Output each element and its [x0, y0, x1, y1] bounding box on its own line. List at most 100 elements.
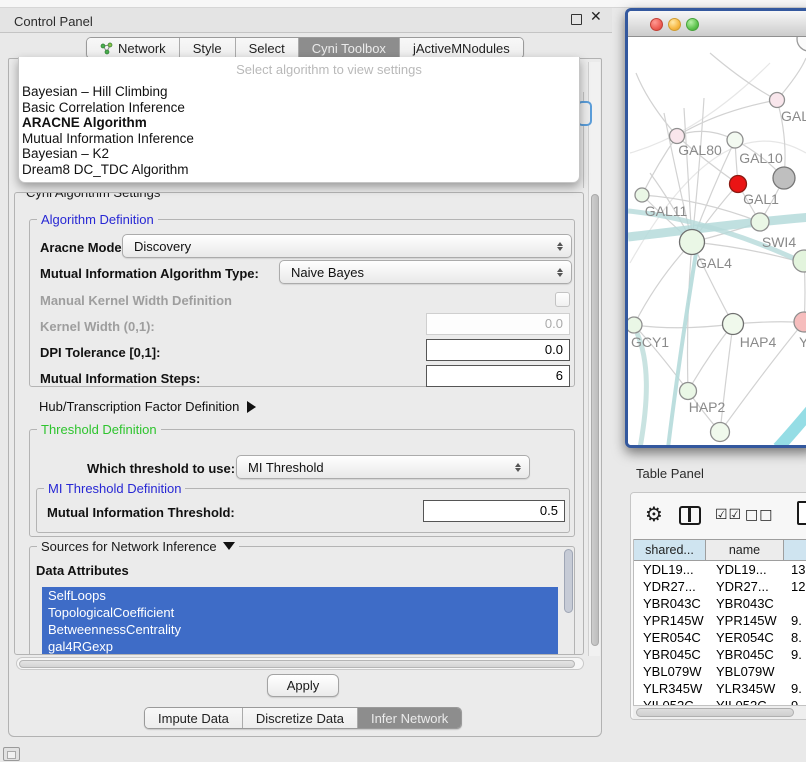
bottom-tab-impute-data[interactable]: Impute Data: [145, 708, 242, 728]
table-body: YDL19...YDL19...13YDR27...YDR27...12YBR0…: [634, 561, 806, 705]
algorithm-option[interactable]: Bayesian – K2: [19, 146, 579, 162]
table-row[interactable]: YBL079WYBL079W: [634, 663, 806, 680]
algorithm-dropdown-popup: Select algorithm to view settings Bayesi…: [18, 57, 580, 183]
table-row[interactable]: YBR043CYBR043C: [634, 595, 806, 612]
vertical-scrollbar[interactable]: [588, 62, 600, 656]
close-icon[interactable]: ✕: [590, 9, 602, 25]
which-threshold-combobox[interactable]: MI Threshold: [236, 455, 530, 479]
network-window-titlebar[interactable]: [628, 11, 806, 37]
table-row[interactable]: YDL19...YDL19...13: [634, 561, 806, 578]
tab-network[interactable]: Network: [87, 38, 179, 58]
dpi-tolerance-label: DPI Tolerance [0,1]:: [40, 345, 160, 360]
top-strip: [0, 0, 806, 8]
node-gray-node[interactable]: [773, 167, 795, 189]
mi-steps-field[interactable]: 6: [426, 365, 570, 387]
minimize-traffic-light[interactable]: [668, 18, 681, 31]
kernel-width-field[interactable]: 0.0: [426, 313, 570, 335]
algorithm-option[interactable]: ARACNE Algorithm: [19, 115, 579, 131]
tab-label: Discretize Data: [256, 711, 344, 726]
threshold-definition-group: Threshold Definition Which threshold to …: [29, 429, 575, 537]
node-gal10[interactable]: [727, 132, 743, 148]
node-gal1-red[interactable]: [730, 176, 747, 193]
hub-definition-label: Hub/Transcription Factor Definition: [39, 399, 239, 414]
algorithm-option[interactable]: Dream8 DC_TDC Algorithm: [19, 162, 579, 178]
threshold-definition-title: Threshold Definition: [37, 422, 161, 437]
node-gal1-green[interactable]: [751, 213, 769, 231]
attribute-item[interactable]: BetweennessCentrality: [42, 621, 558, 638]
node-gal4[interactable]: [680, 230, 705, 255]
table-horizontal-scrollbar[interactable]: [633, 705, 806, 719]
mi-algorithm-type-combobox[interactable]: Naive Bayes: [279, 260, 572, 284]
column-header[interactable]: shared...: [634, 540, 706, 560]
control-panel-tabs: NetworkStyle Select Cyni ToolboxjActiveMNo…: [86, 37, 524, 59]
select-all-checkboxes-icon[interactable]: ☑☑: [715, 507, 742, 523]
node-hap2[interactable]: [680, 383, 697, 400]
table-cell: YBR043C: [634, 595, 706, 612]
aracne-mode-combobox[interactable]: Discovery: [122, 234, 572, 258]
tab-select[interactable]: Select: [235, 38, 298, 58]
vertical-scrollbar-thumb[interactable]: [591, 194, 599, 646]
close-traffic-light[interactable]: [650, 18, 663, 31]
node-swi4[interactable]: [793, 250, 806, 272]
node-gal11[interactable]: [635, 188, 649, 202]
gear-icon[interactable]: ⚙: [645, 502, 663, 526]
table-cell: 9: [784, 697, 806, 705]
table-scrollbar-thumb[interactable]: [636, 708, 794, 717]
table-row[interactable]: YLR345WYLR345W9.: [634, 680, 806, 697]
algorithm-placeholder: Select algorithm to view settings: [19, 57, 579, 84]
hub-definition-toggle[interactable]: Hub/Transcription Factor Definition: [39, 399, 256, 414]
column-header[interactable]: name: [706, 540, 784, 560]
column-header[interactable]: [784, 540, 806, 560]
algorithm-option[interactable]: Bayesian – Hill Climbing: [19, 84, 579, 100]
bottom-tab-discretize-data[interactable]: Discretize Data: [242, 708, 357, 728]
which-threshold-label: Which threshold to use:: [87, 461, 235, 476]
node-hap4[interactable]: [723, 314, 744, 335]
attribute-item[interactable]: TopologicalCoefficient: [42, 604, 558, 621]
manual-kernel-checkbox[interactable]: [555, 292, 570, 307]
table-row[interactable]: YPR145WYPR145W9.: [634, 612, 806, 629]
bottom-tab-infer-network[interactable]: Infer Network: [357, 708, 461, 728]
attributes-scrollbar-thumb[interactable]: [564, 549, 573, 613]
node-pink-right[interactable]: [794, 312, 806, 332]
table-cell: YDL19...: [706, 561, 784, 578]
table-cell: YBL079W: [706, 663, 784, 680]
data-attributes-label: Data Attributes: [36, 563, 129, 578]
mi-steps-label: Mutual Information Steps:: [40, 371, 200, 386]
tab-cyni-toolbox[interactable]: Cyni Toolbox: [298, 38, 399, 58]
node-label-gal80: GAL80: [678, 142, 722, 158]
network-canvas[interactable]: GALGAL80GAL10GAL1GAL11SWI4GAL4GCY1HAP4YH…: [628, 37, 806, 445]
mi-threshold-field[interactable]: 0.5: [423, 500, 565, 522]
tab-style[interactable]: Style: [179, 38, 235, 58]
float-window-icon[interactable]: [571, 14, 582, 25]
document-icon[interactable]: [797, 501, 806, 525]
table-panel: ⚙ ☑☑ □□ shared...name YDL19...YDL19...13…: [630, 492, 806, 720]
algorithm-option[interactable]: Basic Correlation Inference: [19, 100, 579, 116]
attribute-item[interactable]: gal4RGexp: [42, 638, 558, 655]
tab-label: Select: [249, 41, 285, 56]
table-cell: [784, 663, 806, 680]
table-row[interactable]: YBR045CYBR045C9.: [634, 646, 806, 663]
table-cell: 13: [784, 561, 806, 578]
apply-button[interactable]: Apply: [267, 674, 339, 697]
table-row[interactable]: YER054CYER054C8.: [634, 629, 806, 646]
deselect-all-checkboxes-icon[interactable]: □□: [745, 507, 773, 523]
node-label-hap4: HAP4: [740, 334, 777, 350]
zoom-traffic-light[interactable]: [686, 18, 699, 31]
node-gcy1[interactable]: [628, 317, 642, 333]
node-bottom-node[interactable]: [711, 423, 730, 442]
horizontal-scrollbar-thumb[interactable]: [19, 660, 575, 668]
dock-mini-icon[interactable]: [3, 747, 20, 761]
algorithm-option[interactable]: Mutual Information Inference: [19, 131, 579, 147]
kernel-width-label: Kernel Width (0,1):: [40, 319, 155, 334]
node-gal-top[interactable]: [770, 93, 785, 108]
stepper-icon: [510, 463, 526, 472]
horizontal-scrollbar[interactable]: [16, 657, 584, 670]
table-row[interactable]: YIL052CYIL052C9: [634, 697, 806, 705]
dpi-tolerance-field[interactable]: 0.0: [426, 339, 570, 361]
manual-kernel-label: Manual Kernel Width Definition: [40, 293, 232, 308]
tab-jactivemnodules[interactable]: jActiveMNodules: [399, 38, 523, 58]
table-row[interactable]: YDR27...YDR27...12: [634, 578, 806, 595]
attribute-item[interactable]: SelfLoops: [42, 587, 558, 604]
node-corner-node[interactable]: [797, 37, 806, 51]
columns-icon[interactable]: [679, 506, 701, 525]
